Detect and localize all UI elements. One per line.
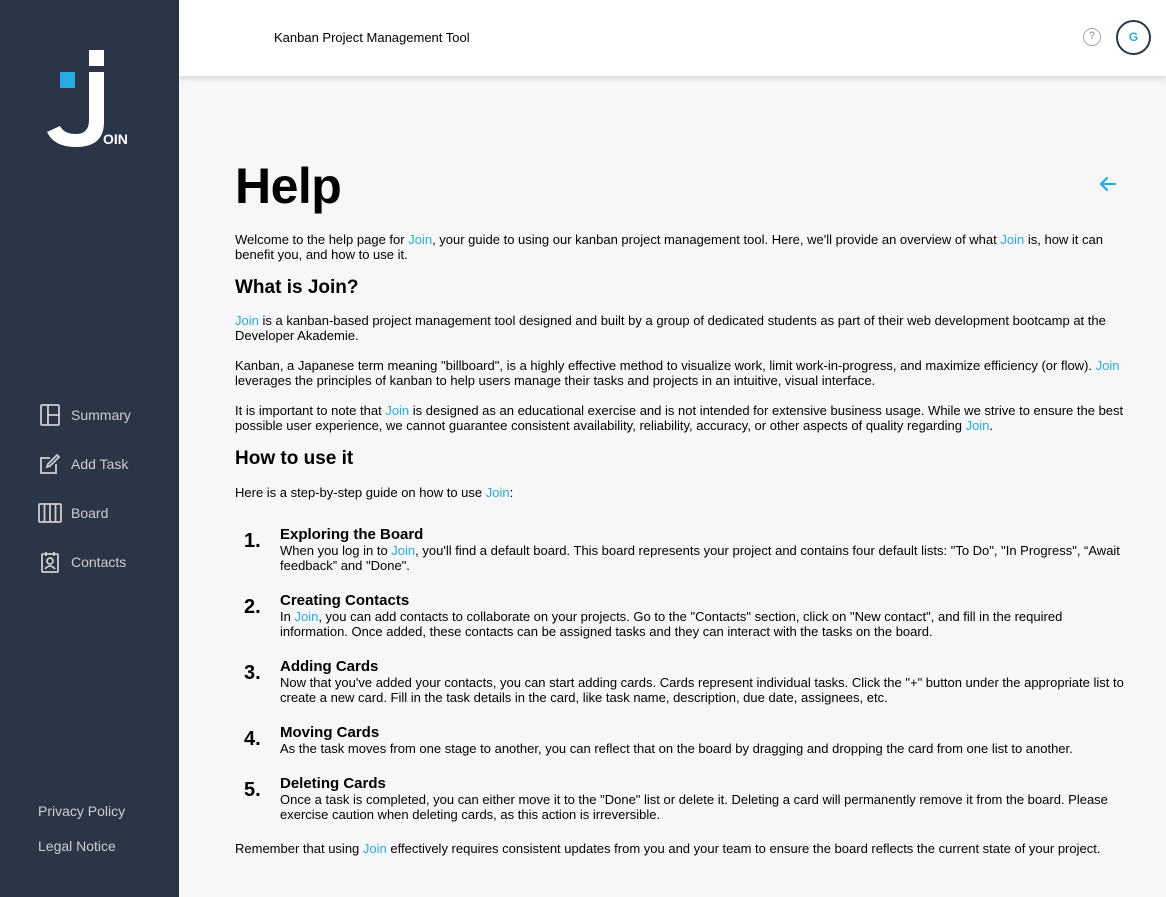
sidebar: OIN Summary Add Task Board Contacts Priv… xyxy=(0,0,179,897)
help-content: Help Welcome to the help page for Join, … xyxy=(235,76,1125,856)
sidebar-item-summary[interactable]: Summary xyxy=(38,390,131,439)
privacy-policy-link[interactable]: Privacy Policy xyxy=(38,801,125,836)
join-link[interactable]: Join xyxy=(1000,232,1024,247)
add-task-icon xyxy=(40,453,61,474)
back-arrow-icon[interactable] xyxy=(1098,174,1118,194)
list-item: 1. Exploring the Board When you log in t… xyxy=(235,526,1125,573)
sidebar-item-label: Add Task xyxy=(71,455,129,472)
board-icon xyxy=(38,502,62,523)
sidebar-item-label: Board xyxy=(71,504,109,521)
join-logo[interactable]: OIN xyxy=(46,50,136,150)
step-text: Once a task is completed, you can either… xyxy=(280,792,1108,822)
step-number: 2. xyxy=(244,596,261,618)
legal-notice-link[interactable]: Legal Notice xyxy=(38,836,125,871)
join-link[interactable]: Join xyxy=(235,313,259,328)
step-number: 5. xyxy=(244,779,261,801)
join-link[interactable]: Join xyxy=(363,841,387,856)
step-text: As the task moves from one stage to anot… xyxy=(280,741,1073,756)
join-link[interactable]: Join xyxy=(408,232,432,247)
join-link[interactable]: Join xyxy=(294,609,318,624)
sidebar-item-add-task[interactable]: Add Task xyxy=(38,439,131,488)
step-text: When you log in to Join, you'll find a d… xyxy=(280,543,1120,573)
contacts-icon xyxy=(41,551,59,573)
step-number: 4. xyxy=(244,728,261,750)
step-text: In Join, you can add contacts to collabo… xyxy=(280,609,1063,639)
list-item: 2. Creating Contacts In Join, you can ad… xyxy=(235,592,1125,639)
step-title: Adding Cards xyxy=(280,658,379,675)
steps-list: 1. Exploring the Board When you log in t… xyxy=(235,526,1125,822)
join-link[interactable]: Join xyxy=(486,485,510,500)
section-heading-how: How to use it xyxy=(235,448,354,469)
step-number: 1. xyxy=(244,530,261,552)
step-title: Exploring the Board xyxy=(280,526,424,543)
list-item: 5. Deleting Cards Once a task is complet… xyxy=(235,775,1125,822)
sidebar-item-board[interactable]: Board xyxy=(38,488,131,537)
paragraph-kanban: Kanban, a Japanese term meaning "billboa… xyxy=(235,358,1120,388)
join-link[interactable]: Join xyxy=(391,543,415,558)
step-title: Moving Cards xyxy=(280,724,380,741)
step-text: Now that you've added your contacts, you… xyxy=(280,675,1124,705)
sidebar-item-label: Contacts xyxy=(71,553,127,570)
summary-icon xyxy=(40,403,60,426)
help-icon[interactable]: ? xyxy=(1083,28,1101,46)
join-link[interactable]: Join xyxy=(385,403,409,418)
sidebar-item-contacts[interactable]: Contacts xyxy=(38,537,131,586)
logo-text: OIN xyxy=(103,131,128,147)
step-number: 3. xyxy=(244,662,261,684)
section-heading-what: What is Join? xyxy=(235,277,359,298)
intro-paragraph: Welcome to the help page for Join, your … xyxy=(235,232,1103,262)
join-link[interactable]: Join xyxy=(1096,358,1120,373)
paragraph-outro: Remember that using Join effectively req… xyxy=(235,841,1101,856)
step-title: Creating Contacts xyxy=(280,592,410,609)
join-link[interactable]: Join xyxy=(966,418,990,433)
step-title: Deleting Cards xyxy=(280,775,386,792)
header-title: Kanban Project Management Tool xyxy=(274,30,470,45)
paragraph-disclaimer: It is important to note that Join is des… xyxy=(235,403,1124,433)
page-title: Help xyxy=(235,158,342,214)
list-item: 3. Adding Cards Now that you've added yo… xyxy=(235,658,1125,705)
sidebar-nav: Summary Add Task Board Contacts xyxy=(38,390,131,586)
top-header: Kanban Project Management Tool ? G xyxy=(179,0,1166,76)
list-item: 4. Moving Cards As the task moves from o… xyxy=(235,724,1125,756)
paragraph-guide-intro: Here is a step-by-step guide on how to u… xyxy=(235,485,514,500)
sidebar-item-label: Summary xyxy=(71,406,131,423)
sidebar-footer: Privacy Policy Legal Notice xyxy=(38,801,125,871)
user-avatar[interactable]: G xyxy=(1116,20,1151,55)
paragraph-about: Join is a kanban-based project managemen… xyxy=(235,313,1106,343)
